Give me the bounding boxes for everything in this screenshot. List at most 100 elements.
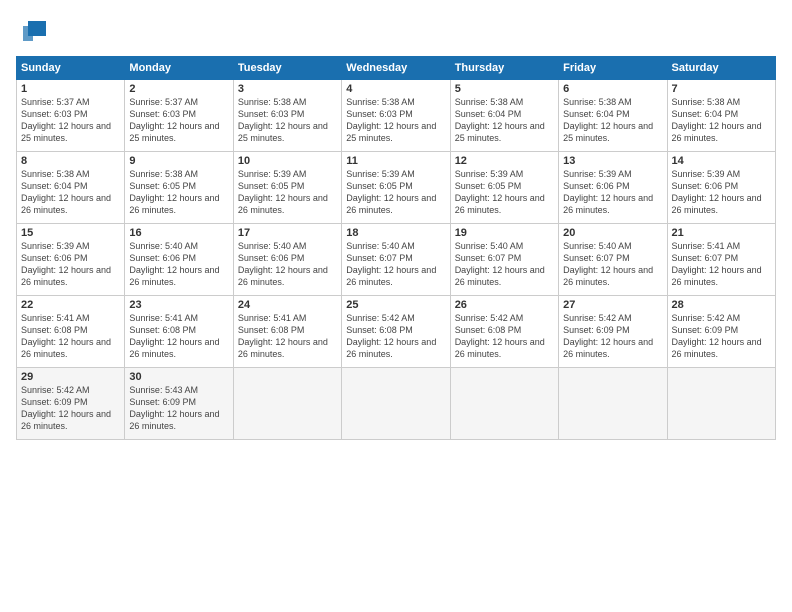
day-info: Sunrise: 5:39 AMSunset: 6:05 PMDaylight:…	[455, 168, 554, 217]
calendar-week-2: 8Sunrise: 5:38 AMSunset: 6:04 PMDaylight…	[17, 152, 776, 224]
day-info: Sunrise: 5:38 AMSunset: 6:03 PMDaylight:…	[238, 96, 337, 145]
calendar-header-thursday: Thursday	[450, 57, 558, 80]
calendar-cell: 6Sunrise: 5:38 AMSunset: 6:04 PMDaylight…	[559, 80, 667, 152]
day-info: Sunrise: 5:38 AMSunset: 6:04 PMDaylight:…	[672, 96, 771, 145]
calendar-header-sunday: Sunday	[17, 57, 125, 80]
day-info: Sunrise: 5:40 AMSunset: 6:06 PMDaylight:…	[238, 240, 337, 289]
calendar-table: SundayMondayTuesdayWednesdayThursdayFrid…	[16, 56, 776, 440]
calendar-cell: 19Sunrise: 5:40 AMSunset: 6:07 PMDayligh…	[450, 224, 558, 296]
day-number: 28	[672, 299, 771, 311]
day-info: Sunrise: 5:41 AMSunset: 6:08 PMDaylight:…	[21, 312, 120, 361]
calendar-cell: 28Sunrise: 5:42 AMSunset: 6:09 PMDayligh…	[667, 296, 775, 368]
calendar-cell: 8Sunrise: 5:38 AMSunset: 6:04 PMDaylight…	[17, 152, 125, 224]
calendar-cell: 16Sunrise: 5:40 AMSunset: 6:06 PMDayligh…	[125, 224, 233, 296]
calendar-week-1: 1Sunrise: 5:37 AMSunset: 6:03 PMDaylight…	[17, 80, 776, 152]
calendar-cell: 30Sunrise: 5:43 AMSunset: 6:09 PMDayligh…	[125, 368, 233, 440]
page: SundayMondayTuesdayWednesdayThursdayFrid…	[0, 0, 792, 612]
day-number: 19	[455, 227, 554, 239]
calendar-cell: 11Sunrise: 5:39 AMSunset: 6:05 PMDayligh…	[342, 152, 450, 224]
day-number: 25	[346, 299, 445, 311]
calendar-cell: 21Sunrise: 5:41 AMSunset: 6:07 PMDayligh…	[667, 224, 775, 296]
day-number: 27	[563, 299, 662, 311]
day-info: Sunrise: 5:38 AMSunset: 6:04 PMDaylight:…	[563, 96, 662, 145]
calendar-cell	[233, 368, 341, 440]
calendar-header-tuesday: Tuesday	[233, 57, 341, 80]
day-info: Sunrise: 5:39 AMSunset: 6:06 PMDaylight:…	[563, 168, 662, 217]
calendar-cell: 9Sunrise: 5:38 AMSunset: 6:05 PMDaylight…	[125, 152, 233, 224]
calendar-cell: 4Sunrise: 5:38 AMSunset: 6:03 PMDaylight…	[342, 80, 450, 152]
calendar-header-row: SundayMondayTuesdayWednesdayThursdayFrid…	[17, 57, 776, 80]
day-info: Sunrise: 5:39 AMSunset: 6:05 PMDaylight:…	[346, 168, 445, 217]
calendar-cell: 23Sunrise: 5:41 AMSunset: 6:08 PMDayligh…	[125, 296, 233, 368]
day-info: Sunrise: 5:38 AMSunset: 6:04 PMDaylight:…	[21, 168, 120, 217]
calendar-cell: 15Sunrise: 5:39 AMSunset: 6:06 PMDayligh…	[17, 224, 125, 296]
day-number: 11	[346, 155, 445, 167]
calendar-header-wednesday: Wednesday	[342, 57, 450, 80]
day-number: 1	[21, 83, 120, 95]
day-info: Sunrise: 5:38 AMSunset: 6:05 PMDaylight:…	[129, 168, 228, 217]
calendar-cell: 7Sunrise: 5:38 AMSunset: 6:04 PMDaylight…	[667, 80, 775, 152]
day-number: 2	[129, 83, 228, 95]
day-number: 22	[21, 299, 120, 311]
day-info: Sunrise: 5:39 AMSunset: 6:06 PMDaylight:…	[672, 168, 771, 217]
calendar-cell: 2Sunrise: 5:37 AMSunset: 6:03 PMDaylight…	[125, 80, 233, 152]
day-info: Sunrise: 5:38 AMSunset: 6:03 PMDaylight:…	[346, 96, 445, 145]
day-info: Sunrise: 5:43 AMSunset: 6:09 PMDaylight:…	[129, 384, 228, 433]
day-number: 20	[563, 227, 662, 239]
day-info: Sunrise: 5:42 AMSunset: 6:08 PMDaylight:…	[455, 312, 554, 361]
day-number: 29	[21, 371, 120, 383]
day-info: Sunrise: 5:42 AMSunset: 6:08 PMDaylight:…	[346, 312, 445, 361]
calendar-week-5: 29Sunrise: 5:42 AMSunset: 6:09 PMDayligh…	[17, 368, 776, 440]
calendar-week-4: 22Sunrise: 5:41 AMSunset: 6:08 PMDayligh…	[17, 296, 776, 368]
day-info: Sunrise: 5:42 AMSunset: 6:09 PMDaylight:…	[21, 384, 120, 433]
calendar-cell	[667, 368, 775, 440]
day-info: Sunrise: 5:38 AMSunset: 6:04 PMDaylight:…	[455, 96, 554, 145]
day-info: Sunrise: 5:40 AMSunset: 6:07 PMDaylight:…	[455, 240, 554, 289]
day-number: 30	[129, 371, 228, 383]
day-info: Sunrise: 5:42 AMSunset: 6:09 PMDaylight:…	[672, 312, 771, 361]
calendar-cell: 14Sunrise: 5:39 AMSunset: 6:06 PMDayligh…	[667, 152, 775, 224]
day-number: 17	[238, 227, 337, 239]
day-number: 15	[21, 227, 120, 239]
day-number: 3	[238, 83, 337, 95]
header	[16, 16, 776, 46]
day-info: Sunrise: 5:41 AMSunset: 6:07 PMDaylight:…	[672, 240, 771, 289]
day-info: Sunrise: 5:40 AMSunset: 6:07 PMDaylight:…	[563, 240, 662, 289]
day-number: 6	[563, 83, 662, 95]
logo	[16, 16, 48, 46]
calendar-cell	[559, 368, 667, 440]
day-number: 7	[672, 83, 771, 95]
calendar-cell: 12Sunrise: 5:39 AMSunset: 6:05 PMDayligh…	[450, 152, 558, 224]
day-number: 12	[455, 155, 554, 167]
calendar-cell: 5Sunrise: 5:38 AMSunset: 6:04 PMDaylight…	[450, 80, 558, 152]
day-number: 5	[455, 83, 554, 95]
calendar-cell	[450, 368, 558, 440]
calendar-cell: 10Sunrise: 5:39 AMSunset: 6:05 PMDayligh…	[233, 152, 341, 224]
day-number: 9	[129, 155, 228, 167]
day-info: Sunrise: 5:39 AMSunset: 6:05 PMDaylight:…	[238, 168, 337, 217]
day-info: Sunrise: 5:41 AMSunset: 6:08 PMDaylight:…	[238, 312, 337, 361]
calendar-cell: 1Sunrise: 5:37 AMSunset: 6:03 PMDaylight…	[17, 80, 125, 152]
day-number: 16	[129, 227, 228, 239]
calendar-cell: 25Sunrise: 5:42 AMSunset: 6:08 PMDayligh…	[342, 296, 450, 368]
day-info: Sunrise: 5:37 AMSunset: 6:03 PMDaylight:…	[21, 96, 120, 145]
calendar-header-monday: Monday	[125, 57, 233, 80]
day-info: Sunrise: 5:42 AMSunset: 6:09 PMDaylight:…	[563, 312, 662, 361]
day-number: 21	[672, 227, 771, 239]
calendar-cell: 27Sunrise: 5:42 AMSunset: 6:09 PMDayligh…	[559, 296, 667, 368]
day-number: 26	[455, 299, 554, 311]
day-info: Sunrise: 5:41 AMSunset: 6:08 PMDaylight:…	[129, 312, 228, 361]
day-number: 24	[238, 299, 337, 311]
day-number: 13	[563, 155, 662, 167]
calendar-cell: 17Sunrise: 5:40 AMSunset: 6:06 PMDayligh…	[233, 224, 341, 296]
day-number: 14	[672, 155, 771, 167]
calendar-header-saturday: Saturday	[667, 57, 775, 80]
calendar-header-friday: Friday	[559, 57, 667, 80]
calendar-cell: 13Sunrise: 5:39 AMSunset: 6:06 PMDayligh…	[559, 152, 667, 224]
calendar-cell: 22Sunrise: 5:41 AMSunset: 6:08 PMDayligh…	[17, 296, 125, 368]
calendar-week-3: 15Sunrise: 5:39 AMSunset: 6:06 PMDayligh…	[17, 224, 776, 296]
logo-icon	[18, 16, 48, 46]
calendar-cell: 24Sunrise: 5:41 AMSunset: 6:08 PMDayligh…	[233, 296, 341, 368]
calendar-cell: 26Sunrise: 5:42 AMSunset: 6:08 PMDayligh…	[450, 296, 558, 368]
day-number: 8	[21, 155, 120, 167]
